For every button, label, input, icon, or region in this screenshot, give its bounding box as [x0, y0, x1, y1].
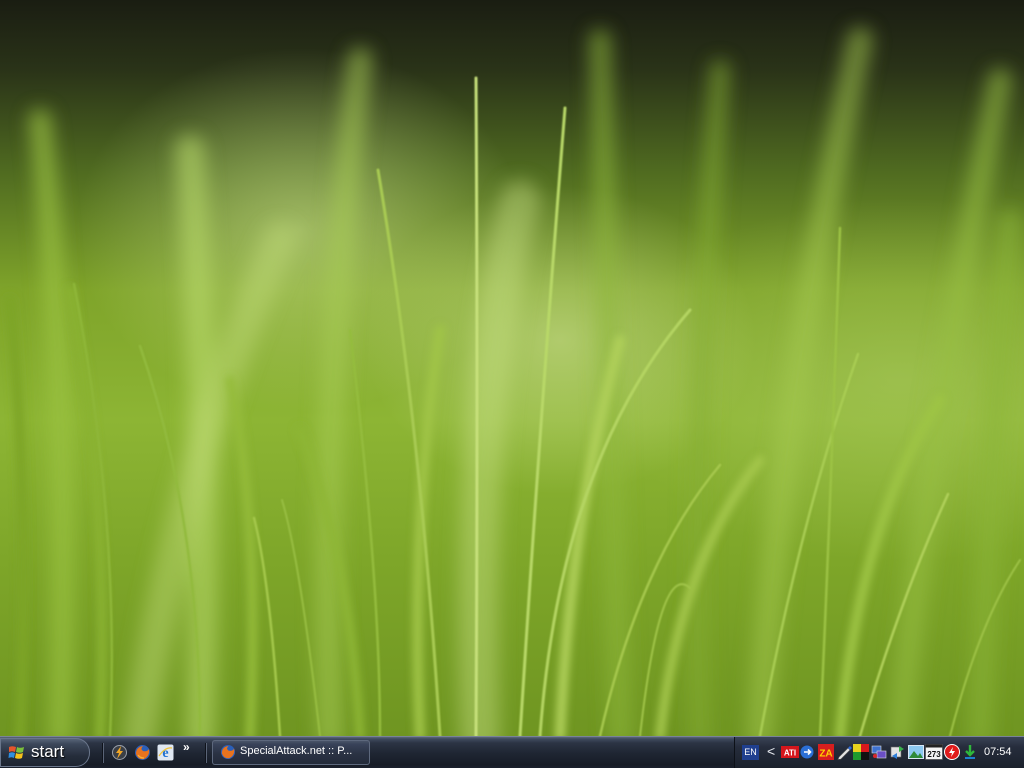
winamp-lightning-icon[interactable] — [111, 744, 128, 761]
internet-explorer-icon[interactable]: e — [157, 744, 174, 761]
picture-icon[interactable] — [908, 744, 924, 760]
firefox-icon[interactable] — [134, 744, 151, 761]
windows-logo-icon — [8, 746, 24, 759]
language-indicator[interactable]: EN — [742, 745, 759, 760]
quick-launch-separator — [102, 743, 104, 763]
start-label: start — [31, 742, 65, 761]
task-button-firefox[interactable]: SpecialAttack.net :: P... — [212, 740, 370, 765]
taskbar: start e » SpecialAttack.net :: P... EN <… — [0, 736, 1024, 768]
zonealarm-icon-label: ZA — [819, 749, 832, 760]
flash-shield-icon[interactable] — [944, 744, 960, 760]
color-squares-icon[interactable] — [853, 744, 869, 760]
task-button-label: SpecialAttack.net :: P... — [240, 745, 353, 757]
ati-icon-label: ATI — [784, 749, 796, 758]
firefox-icon — [220, 744, 236, 760]
ati-icon[interactable]: ATI — [781, 744, 799, 760]
download-arrow-icon[interactable] — [962, 744, 978, 760]
calendar-icon-label: 273 — [927, 750, 941, 759]
sync-icon[interactable] — [890, 744, 906, 760]
network-arrow-icon[interactable] — [799, 744, 815, 760]
quick-launch-more-button[interactable]: » — [183, 740, 190, 754]
system-tray: EN < ATI ZA 273 07:54 — [734, 737, 1024, 768]
pen-tool-icon[interactable] — [837, 744, 853, 760]
zonealarm-icon[interactable]: ZA — [818, 744, 834, 760]
clock[interactable]: 07:54 — [984, 746, 1012, 758]
tray-expand-button[interactable]: < — [767, 743, 775, 759]
start-button[interactable]: start — [0, 738, 90, 767]
grass-blades-graphic — [5, 27, 1022, 736]
calendar-icon[interactable]: 273 — [925, 744, 943, 760]
desktop-wallpaper[interactable] — [0, 0, 1024, 736]
network-computers-icon[interactable] — [871, 744, 887, 760]
taskbar-separator — [205, 743, 207, 763]
